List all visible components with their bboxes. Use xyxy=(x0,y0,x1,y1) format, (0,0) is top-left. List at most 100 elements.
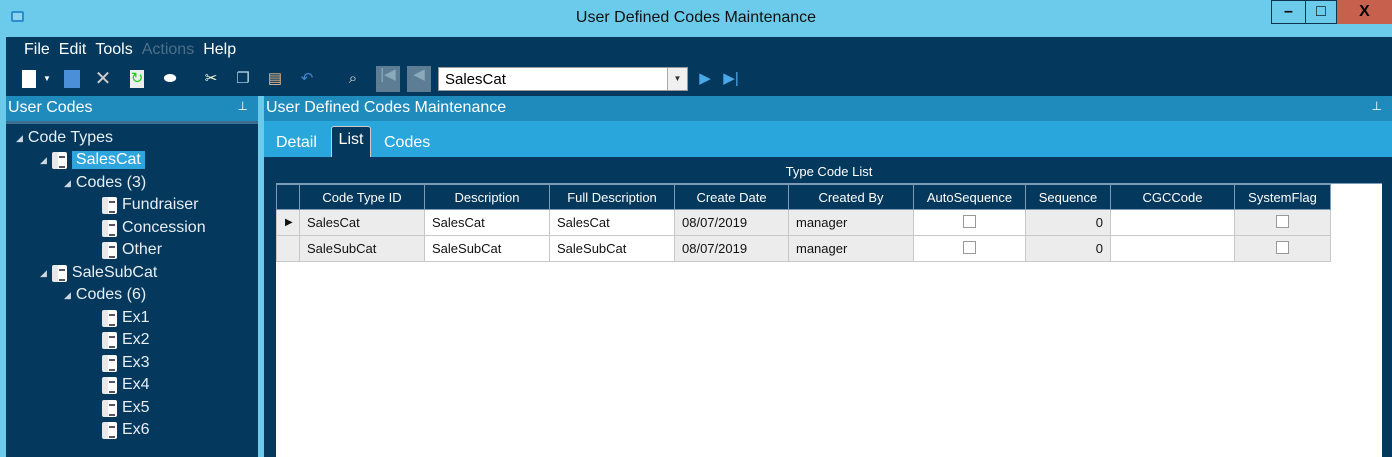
systemflag-checkbox[interactable] xyxy=(1276,214,1289,228)
cell-created-by: manager xyxy=(788,235,914,262)
cell-description[interactable]: SaleSubCat xyxy=(424,235,550,262)
new-dropdown-icon[interactable]: ▼ xyxy=(38,70,56,88)
undo-icon[interactable]: ↶ xyxy=(298,70,316,88)
current-row-icon: ▶ xyxy=(276,209,300,236)
code-tree: ◢ Code Types ◢ SalesCat ◢ Codes (3) Fundrai… xyxy=(6,121,258,457)
cell-cgccode[interactable] xyxy=(1110,209,1235,236)
column-header[interactable]: Description xyxy=(424,184,550,210)
column-header[interactable]: Full Description xyxy=(549,184,675,210)
cell-created-by: manager xyxy=(788,209,914,236)
tree-node-salesubcat[interactable]: ◢ SaleSubCat xyxy=(40,264,157,282)
column-header[interactable]: Create Date xyxy=(674,184,789,210)
systemflag-checkbox[interactable] xyxy=(1276,240,1289,254)
book-icon xyxy=(102,219,117,237)
copy-icon[interactable]: ❐ xyxy=(234,70,252,88)
main-panel-header: User Defined Codes Maintenance ⊥ xyxy=(264,96,1392,121)
column-header[interactable]: Sequence xyxy=(1025,184,1111,210)
tree-label: Ex2 xyxy=(122,331,150,348)
tree-label: Codes (3) xyxy=(75,174,147,191)
expanded-icon[interactable]: ◢ xyxy=(64,178,71,189)
expanded-icon[interactable]: ◢ xyxy=(64,290,71,301)
tab-detail[interactable]: Detail xyxy=(276,134,317,152)
delete-icon[interactable]: ✕ xyxy=(94,69,112,89)
cell-systemflag xyxy=(1234,209,1331,236)
row-indicator xyxy=(276,235,300,262)
book-icon xyxy=(102,421,117,439)
window-title: User Defined Codes Maintenance xyxy=(575,9,817,26)
tree-node-codes[interactable]: ◢ Codes (3) xyxy=(64,174,146,192)
pin-icon[interactable]: ⊥ xyxy=(238,99,248,113)
tree-leaf[interactable]: Ex6 xyxy=(102,421,150,439)
save-icon[interactable] xyxy=(64,70,80,88)
menu-edit[interactable]: Edit xyxy=(59,41,87,59)
tree-leaf[interactable]: Ex3 xyxy=(102,354,150,372)
tree-node-codes[interactable]: ◢ Codes (6) xyxy=(64,286,146,304)
tree-leaf[interactable]: Ex5 xyxy=(102,399,150,417)
expanded-icon[interactable]: ◢ xyxy=(40,155,47,166)
column-header[interactable]: Code Type ID xyxy=(299,184,425,210)
refresh-icon[interactable]: ↻ xyxy=(130,70,144,88)
tree-leaf[interactable]: Concession xyxy=(102,219,206,237)
next-record-icon[interactable]: ▶ xyxy=(696,70,714,88)
tree-root[interactable]: ◢ Code Types xyxy=(16,129,113,147)
tree-label: Concession xyxy=(122,219,206,236)
menu-help[interactable]: Help xyxy=(203,41,236,59)
menu-tools[interactable]: Tools xyxy=(95,41,132,59)
tree-label: Ex6 xyxy=(122,421,150,438)
cell-full-description[interactable]: SaleSubCat xyxy=(549,235,675,262)
cell-autosequence xyxy=(913,209,1026,236)
cell-description[interactable]: SalesCat xyxy=(424,209,550,236)
cell-full-description[interactable]: SalesCat xyxy=(549,209,675,236)
menu-file[interactable]: File xyxy=(24,41,50,59)
column-header[interactable]: AutoSequence xyxy=(913,184,1026,210)
close-button[interactable]: X xyxy=(1337,0,1392,24)
tree-label: Ex5 xyxy=(122,399,150,416)
autosequence-checkbox[interactable] xyxy=(963,214,976,228)
tree-leaf[interactable]: Ex1 xyxy=(102,309,150,327)
book-icon xyxy=(102,399,117,417)
cell-sequence[interactable]: 0 xyxy=(1025,209,1111,236)
tab-list[interactable]: List xyxy=(331,126,371,157)
expanded-icon[interactable]: ◢ xyxy=(16,133,23,144)
tree-label: SalesCat xyxy=(71,151,145,169)
column-header[interactable]: CGCCode xyxy=(1110,184,1235,210)
find-icon[interactable]: ⌕ xyxy=(344,70,362,88)
cell-sequence[interactable]: 0 xyxy=(1025,235,1111,262)
tree-leaf[interactable]: Ex4 xyxy=(102,376,150,394)
left-panel-header: User Codes ⊥ xyxy=(6,96,258,121)
chevron-down-icon[interactable]: ▼ xyxy=(667,68,687,90)
cell-autosequence xyxy=(913,235,1026,262)
cell-code-type-id[interactable]: SalesCat xyxy=(299,209,425,236)
paste-icon[interactable]: ▤ xyxy=(266,70,284,88)
record-selector[interactable]: SalesCat ▼ xyxy=(438,67,688,91)
cut-icon[interactable]: ✂ xyxy=(202,70,220,88)
tree-leaf[interactable]: Ex2 xyxy=(102,331,150,349)
menu-actions: Actions xyxy=(141,40,195,58)
column-header[interactable]: Created By xyxy=(788,184,914,210)
tree-label: Ex4 xyxy=(122,376,150,393)
table-row[interactable]: ▶ SalesCat SalesCat SalesCat 08/07/2019 … xyxy=(276,209,1331,236)
tab-codes[interactable]: Codes xyxy=(384,134,430,152)
expanded-icon[interactable]: ◢ xyxy=(40,268,47,279)
column-header[interactable]: SystemFlag xyxy=(1234,184,1331,210)
pin-icon[interactable]: ⊥ xyxy=(1372,99,1382,113)
tree-label: SaleSubCat xyxy=(71,264,158,281)
toolbar: ▼ ✕ ↻ ⬬ ✂ ❐ ▤ ↶ ⌕ |◀ ◀ ▶ ▶| xyxy=(6,62,1392,96)
book-icon xyxy=(102,354,117,372)
maximize-button[interactable]: □ xyxy=(1305,0,1337,24)
tree-node-salescat[interactable]: ◢ SalesCat xyxy=(40,151,145,169)
new-icon[interactable] xyxy=(22,70,36,88)
last-record-icon[interactable]: ▶| xyxy=(722,70,740,88)
main-panel-title: User Defined Codes Maintenance xyxy=(266,99,507,116)
table-row[interactable]: SaleSubCat SaleSubCat SaleSubCat 08/07/2… xyxy=(276,235,1331,262)
autosequence-checkbox[interactable] xyxy=(963,240,976,254)
tree-leaf[interactable]: Fundraiser xyxy=(102,196,198,214)
minimize-button[interactable]: – xyxy=(1271,0,1306,24)
book-icon xyxy=(102,376,117,394)
type-code-table: Code Type ID Description Full Descriptio… xyxy=(276,184,1331,262)
eraser-icon[interactable]: ⬬ xyxy=(161,70,179,88)
tree-leaf[interactable]: Other xyxy=(102,241,162,259)
cell-code-type-id[interactable]: SaleSubCat xyxy=(299,235,425,262)
tab-strip xyxy=(264,121,1392,157)
cell-cgccode[interactable] xyxy=(1110,235,1235,262)
